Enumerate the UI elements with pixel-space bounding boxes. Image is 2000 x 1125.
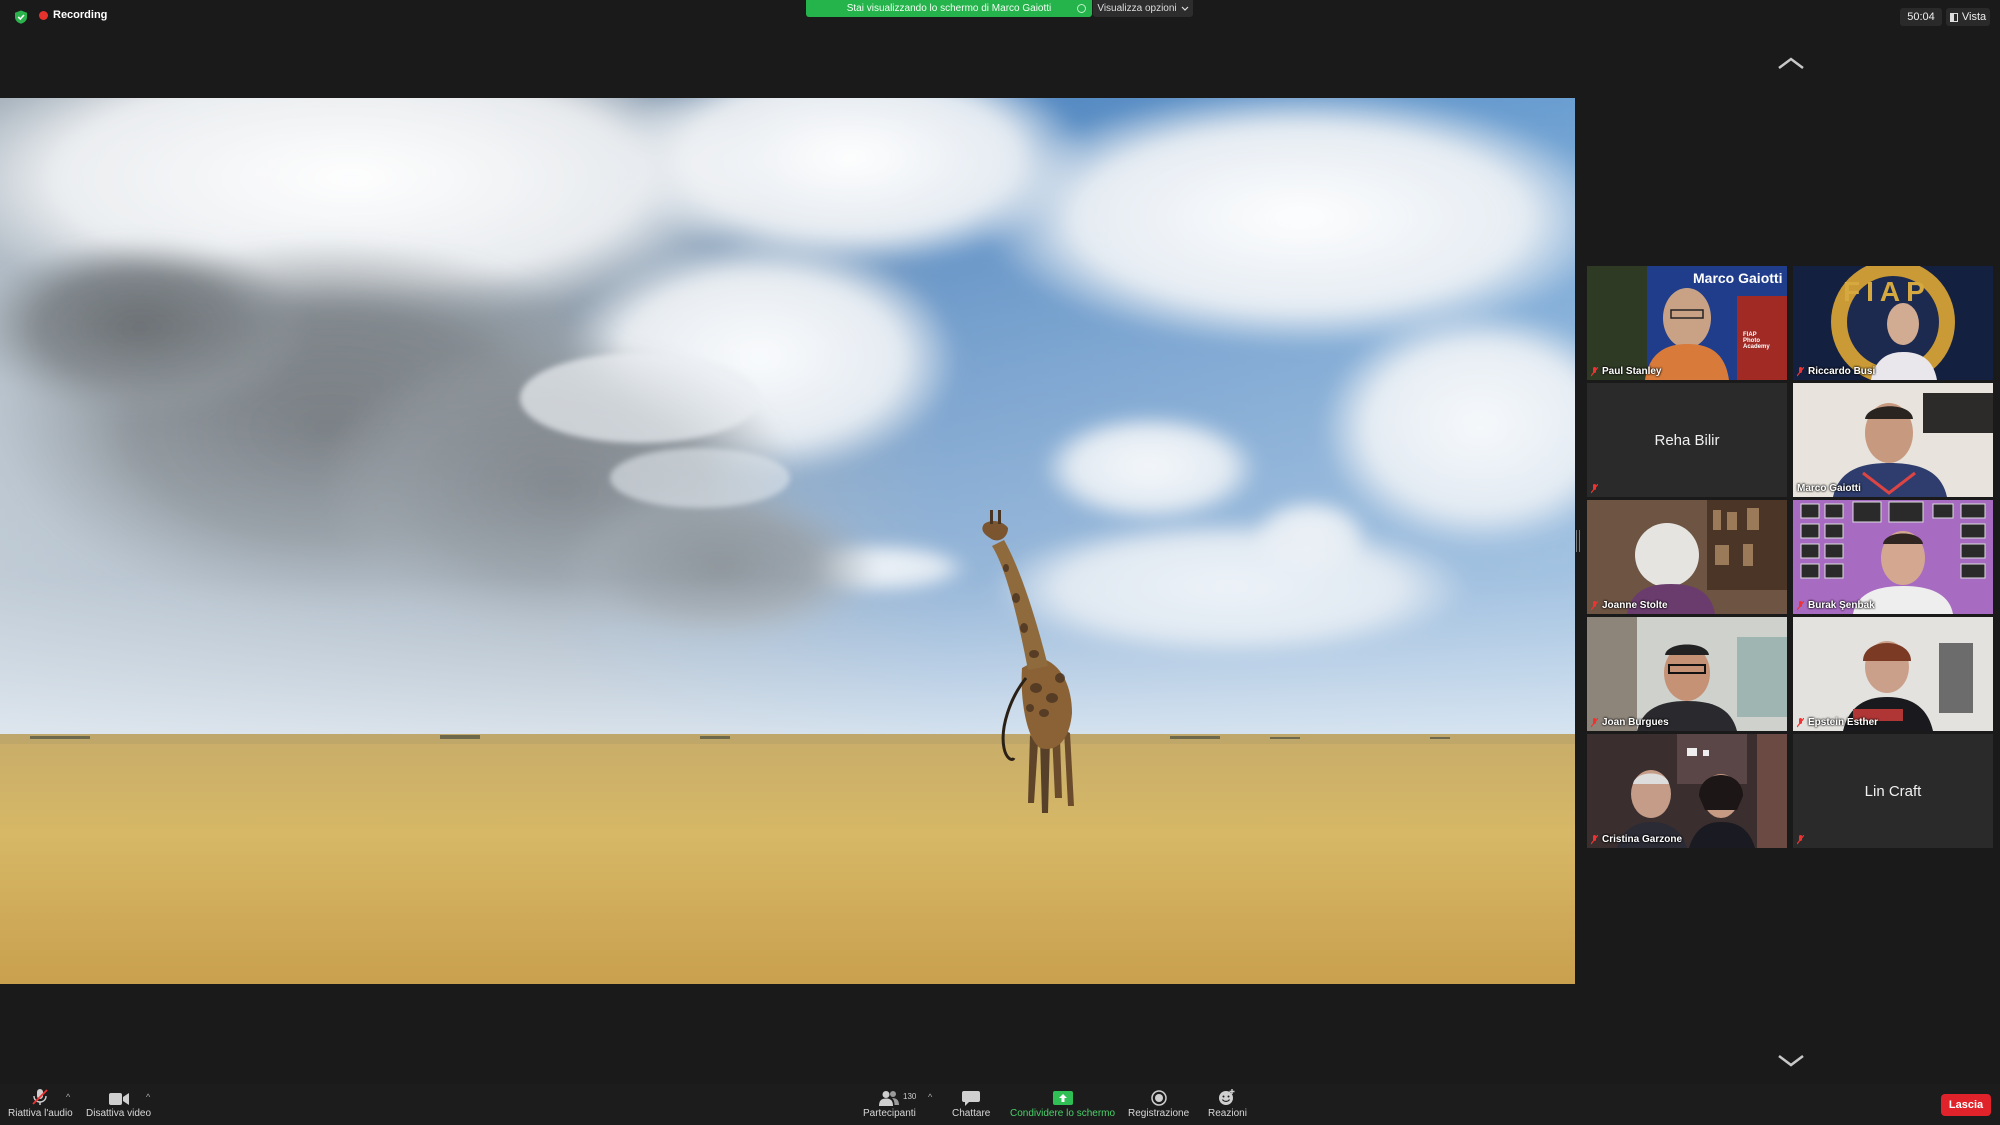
mic-muted-icon — [1797, 717, 1804, 727]
overlay-subtitle: FIAP Photo Academy — [1743, 332, 1770, 350]
record-icon — [1150, 1090, 1167, 1106]
participant-tile[interactable]: Burak Şenbak — [1793, 500, 1993, 614]
panel-resize-handle[interactable] — [1576, 530, 1580, 552]
chevron-down-icon — [1181, 6, 1189, 11]
mic-muted-icon — [1591, 834, 1598, 844]
participant-name: Cristina Garzone — [1602, 834, 1683, 845]
leave-meeting-button[interactable]: Lascia — [1941, 1094, 1991, 1116]
screen-share-banner: Stai visualizzando lo schermo di Marco G… — [806, 0, 1092, 17]
chat-bubble-icon — [962, 1091, 981, 1106]
overlay-title: Marco Gaiotti — [1693, 270, 1783, 286]
participants-count: 130 — [903, 1092, 917, 1101]
security-shield-icon[interactable] — [14, 10, 28, 24]
participant-tile[interactable]: Joan Burgues — [1587, 617, 1787, 731]
shared-screen-content — [0, 98, 1575, 984]
view-layout-button[interactable]: Vista — [1946, 8, 1990, 26]
participant-video — [1587, 617, 1787, 731]
share-screen-icon — [1052, 1091, 1073, 1105]
reactions-label: Reazioni — [1208, 1108, 1247, 1119]
participant-name-label: Burak Şenbak — [1797, 600, 1875, 611]
participant-name-label: Riccardo Busi — [1797, 366, 1875, 377]
record-label: Registrazione — [1128, 1108, 1190, 1119]
participant-name-label: Joan Burgues — [1591, 717, 1669, 728]
reaction-smiley-icon — [1219, 1089, 1235, 1105]
reactions-button[interactable]: Reazioni — [1208, 1088, 1247, 1119]
mic-muted-icon — [1591, 600, 1598, 610]
participants-label: Partecipanti — [863, 1108, 916, 1119]
mic-muted-icon — [1591, 717, 1598, 727]
participants-icon — [879, 1091, 900, 1106]
participant-tile[interactable]: Marco Gaiotti FIAP Photo Academy Paul St… — [1587, 266, 1787, 380]
recording-indicator[interactable]: Recording — [39, 9, 107, 21]
participant-gallery: Marco Gaiotti FIAP Photo Academy Paul St… — [1587, 266, 1993, 848]
unmute-audio-button[interactable]: Riattiva l'audio — [8, 1088, 73, 1119]
gallery-scroll-down-icon[interactable] — [1776, 1052, 1806, 1070]
participant-name: Joanne Stolte — [1602, 600, 1668, 611]
video-camera-icon — [108, 1093, 129, 1105]
share-screen-button[interactable]: Condividere lo schermo — [1010, 1088, 1115, 1119]
participant-video — [1587, 734, 1787, 848]
participant-name-label: Marco Gaiotti — [1797, 483, 1861, 494]
participant-tile[interactable]: Lin Craft — [1793, 734, 1993, 848]
record-button[interactable]: Registrazione — [1128, 1088, 1189, 1119]
top-bar: Recording Stai visualizzando lo schermo … — [0, 0, 2000, 34]
participant-name: Joan Burgues — [1602, 717, 1669, 728]
participant-name: Paul Stanley — [1602, 366, 1662, 377]
banner-status-icon — [1077, 4, 1086, 13]
stop-video-label: Disattiva video — [86, 1108, 152, 1119]
participant-name: Lin Craft — [1864, 782, 1922, 800]
participant-name-label: Cristina Garzone — [1591, 834, 1682, 845]
participant-name-label: Paul Stanley — [1591, 366, 1661, 377]
video-options-caret-icon[interactable]: ^ — [146, 1092, 150, 1102]
participant-video — [1793, 383, 1993, 497]
participant-video — [1587, 500, 1787, 614]
meeting-timer: 50:04 — [1900, 8, 1942, 26]
savanna-giraffe-photo — [0, 98, 1575, 984]
participant-tile[interactable]: Reha Bilir — [1587, 383, 1787, 497]
mic-muted-icon — [1797, 600, 1804, 610]
participant-tile[interactable]: Joanne Stolte — [1587, 500, 1787, 614]
recording-dot-icon — [39, 10, 48, 20]
participant-name: Marco Gaiotti — [1797, 483, 1861, 494]
chat-button[interactable]: Chattare — [952, 1088, 990, 1119]
meeting-controls-toolbar: Riattiva l'audio ^ Disattiva video ^ Par… — [0, 1084, 2000, 1125]
share-banner-text: Stai visualizzando lo schermo di Marco G… — [846, 3, 1052, 14]
mic-muted-icon — [1591, 366, 1598, 376]
microphone-muted-icon — [32, 1089, 48, 1105]
recording-label: Recording — [53, 9, 108, 21]
participant-video — [1793, 500, 1993, 614]
view-options-button[interactable]: Visualizza opzioni — [1093, 0, 1193, 17]
mic-muted-icon — [1797, 835, 1804, 845]
view-options-label: Visualizza opzioni — [1097, 3, 1177, 14]
audio-options-caret-icon[interactable]: ^ — [66, 1092, 70, 1102]
overlay-title: FIAP — [1843, 276, 1931, 307]
chat-label: Chattare — [952, 1108, 991, 1119]
participant-tile-active-speaker[interactable]: Marco Gaiotti — [1793, 383, 1993, 497]
participant-tile[interactable]: Cristina Garzone — [1587, 734, 1787, 848]
share-screen-label: Condividere lo schermo — [1010, 1108, 1116, 1119]
mic-muted-icon — [1591, 484, 1598, 494]
participant-tile[interactable]: FIAP Riccardo Busi — [1793, 266, 1993, 380]
participant-tile[interactable]: Epstein Esther — [1793, 617, 1993, 731]
zoom-meeting-window: Recording Stai visualizzando lo schermo … — [0, 0, 2000, 1125]
participant-name-label: Joanne Stolte — [1591, 600, 1668, 611]
participants-options-caret-icon[interactable]: ^ — [928, 1092, 932, 1102]
participant-name: Reha Bilir — [1654, 431, 1720, 449]
layout-icon — [1949, 12, 1958, 22]
participant-name: Burak Şenbak — [1808, 600, 1875, 611]
participant-name: Riccardo Busi — [1808, 366, 1876, 377]
participant-name: Epstein Esther — [1808, 717, 1879, 728]
stop-video-button[interactable]: Disattiva video — [86, 1088, 151, 1119]
participant-video — [1793, 617, 1993, 731]
participant-name-label: Epstein Esther — [1797, 717, 1878, 728]
unmute-audio-label: Riattiva l'audio — [8, 1108, 73, 1119]
gallery-scroll-up-icon[interactable] — [1776, 54, 1806, 72]
mic-muted-icon — [1797, 366, 1804, 376]
view-layout-label: Vista — [1961, 11, 1987, 23]
